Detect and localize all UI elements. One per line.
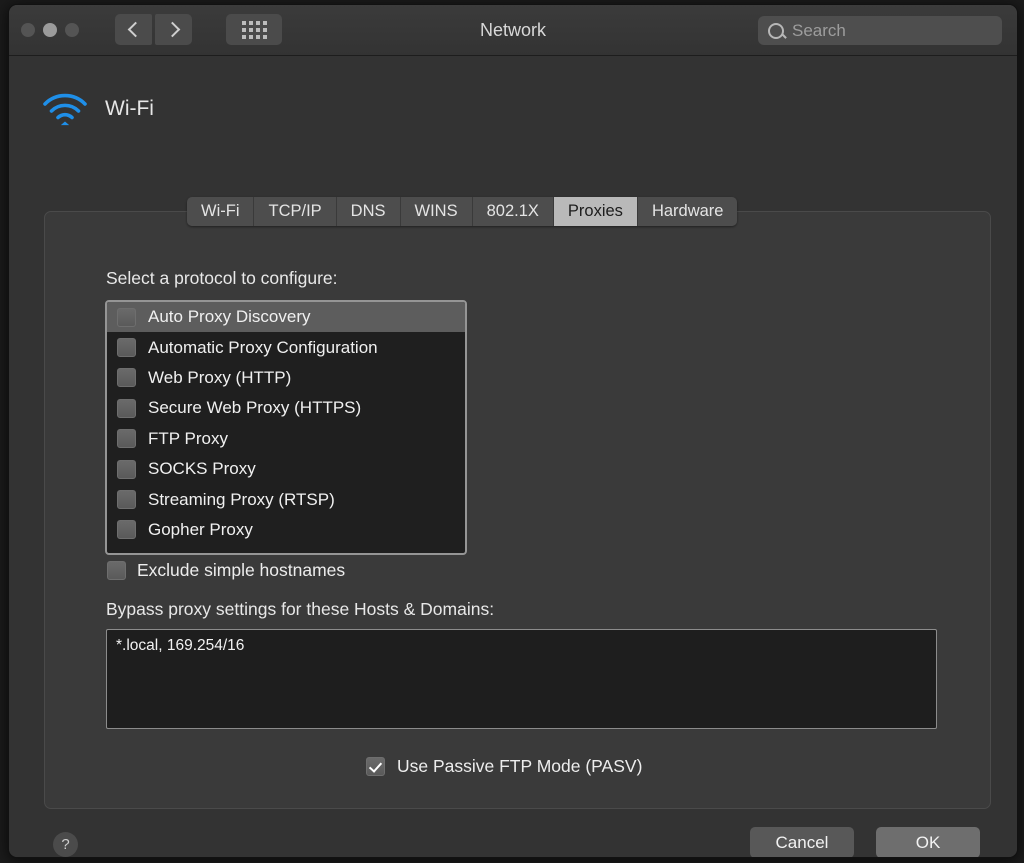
bypass-proxy-label: Bypass proxy settings for these Hosts & … [106, 599, 494, 620]
exclude-simple-hostnames-label: Exclude simple hostnames [137, 560, 345, 581]
tab-8021x[interactable]: 802.1X [473, 197, 554, 226]
bypass-hosts-textarea[interactable]: *.local, 169.254/16 [106, 629, 937, 729]
wifi-icon [41, 91, 89, 127]
list-item[interactable]: Web Proxy (HTTP) [107, 363, 465, 393]
list-item[interactable]: SOCKS Proxy [107, 454, 465, 484]
protocol-checkbox[interactable] [117, 338, 136, 357]
exclude-simple-hostnames-checkbox[interactable] [107, 561, 126, 580]
list-item[interactable]: FTP Proxy [107, 424, 465, 454]
tab-wins[interactable]: WINS [401, 197, 473, 226]
tab-proxies[interactable]: Proxies [554, 197, 638, 226]
list-item-label: SOCKS Proxy [148, 459, 256, 479]
passive-ftp-row[interactable]: Use Passive FTP Mode (PASV) [366, 756, 642, 777]
list-item-label: Auto Proxy Discovery [148, 307, 311, 327]
protocol-list[interactable]: Auto Proxy Discovery Automatic Proxy Con… [105, 300, 467, 555]
tab-bar: Wi-Fi TCP/IP DNS WINS 802.1X Proxies Har… [187, 197, 737, 226]
tab-dns[interactable]: DNS [337, 197, 401, 226]
tab-wifi[interactable]: Wi-Fi [187, 197, 254, 226]
list-item-label: Streaming Proxy (RTSP) [148, 490, 335, 510]
protocol-checkbox[interactable] [117, 429, 136, 448]
search-field[interactable]: Search [758, 16, 1002, 45]
select-protocol-label: Select a protocol to configure: [106, 268, 338, 289]
search-placeholder: Search [792, 21, 846, 41]
protocol-checkbox[interactable] [117, 399, 136, 418]
list-item[interactable]: Streaming Proxy (RTSP) [107, 484, 465, 514]
protocol-checkbox[interactable] [117, 490, 136, 509]
exclude-simple-hostnames-row[interactable]: Exclude simple hostnames [107, 560, 345, 581]
tab-tcpip[interactable]: TCP/IP [254, 197, 336, 226]
service-header: Wi-Fi [41, 91, 154, 127]
ok-button[interactable]: OK [876, 827, 980, 858]
list-item-label: Automatic Proxy Configuration [148, 338, 378, 358]
list-item[interactable]: Auto Proxy Discovery [107, 302, 465, 332]
service-name: Wi-Fi [105, 97, 154, 121]
proxies-panel: Select a protocol to configure: Auto Pro… [44, 211, 991, 809]
window-body: Wi-Fi Wi-Fi TCP/IP DNS WINS 802.1X Proxi… [9, 56, 1017, 857]
passive-ftp-label: Use Passive FTP Mode (PASV) [397, 756, 642, 777]
cancel-button[interactable]: Cancel [750, 827, 854, 858]
list-item-label: Secure Web Proxy (HTTPS) [148, 398, 361, 418]
list-item[interactable]: Secure Web Proxy (HTTPS) [107, 393, 465, 423]
list-item[interactable]: Automatic Proxy Configuration [107, 332, 465, 362]
network-preferences-window: Network Search Wi-Fi Wi-Fi TCP/IP DNS [8, 4, 1018, 858]
help-button[interactable]: ? [53, 832, 78, 857]
protocol-checkbox[interactable] [117, 520, 136, 539]
protocol-checkbox[interactable] [117, 308, 136, 327]
search-icon [768, 23, 784, 39]
list-item-label: FTP Proxy [148, 429, 228, 449]
passive-ftp-checkbox[interactable] [366, 757, 385, 776]
protocol-checkbox[interactable] [117, 460, 136, 479]
protocol-checkbox[interactable] [117, 368, 136, 387]
window-titlebar: Network Search [9, 5, 1017, 56]
tab-hardware[interactable]: Hardware [638, 197, 738, 226]
list-item[interactable]: Gopher Proxy [107, 515, 465, 545]
list-item-label: Gopher Proxy [148, 520, 253, 540]
list-item-label: Web Proxy (HTTP) [148, 368, 291, 388]
